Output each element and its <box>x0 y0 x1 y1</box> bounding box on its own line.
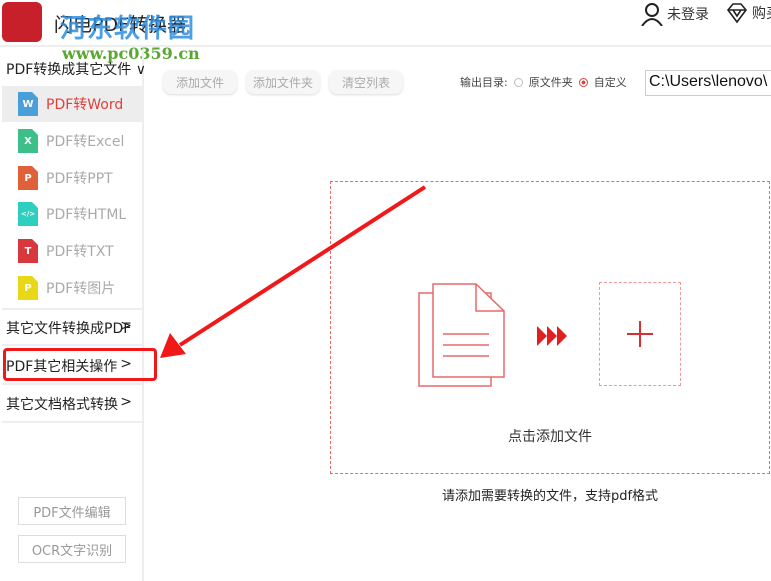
documents-icon <box>418 283 505 387</box>
chevron-down-icon: ∨ <box>135 62 146 78</box>
click-add-file-text[interactable]: 点击添加文件 <box>330 426 770 446</box>
buy-button[interactable]: 购买 <box>726 2 771 24</box>
divider <box>2 308 142 310</box>
annotation-highlight-box <box>3 348 157 381</box>
ocr-button[interactable]: OCR文字识别 <box>18 535 126 563</box>
chevron-right-icon: > <box>120 318 132 334</box>
item-label: PDF转Word <box>46 97 124 113</box>
diamond-icon <box>726 3 748 24</box>
login-button[interactable]: 未登录 <box>641 2 709 26</box>
item-label: PDF转TXT <box>46 244 114 260</box>
sidebar-item-pdf-html[interactable]: </> PDF转HTML <box>2 196 142 232</box>
radio-original-folder[interactable] <box>513 77 523 87</box>
option-custom-label: 自定义 <box>593 76 627 89</box>
triple-arrow-icon <box>537 326 567 346</box>
sidebar-group-other-doc-formats[interactable]: 其它文档格式转换 > <box>6 394 140 414</box>
annotation-arrow-head <box>160 333 186 358</box>
app-logo <box>2 2 42 42</box>
divider <box>2 421 142 423</box>
radio-custom[interactable] <box>578 77 588 87</box>
add-file-placeholder[interactable] <box>599 282 681 386</box>
title-bar: 闪电PDF转换器 河东软件园 www.pc0359.cn 未登录 购买 <box>0 0 771 63</box>
word-file-icon: W <box>18 92 38 116</box>
output-label: 输出目录: <box>460 76 508 89</box>
output-directory: 输出目录: 原文件夹 自定义 <box>460 74 627 90</box>
txt-file-icon: T <box>18 239 38 263</box>
option-original-label: 原文件夹 <box>528 76 573 89</box>
sidebar-group-other-to-pdf[interactable]: 其它文件转换成PDF > <box>6 318 140 338</box>
group-label: 其它文件转换成PDF <box>6 321 132 337</box>
section-label: PDF转换成其它文件 <box>6 62 132 78</box>
watermark-name: 河东软件园 <box>60 14 196 44</box>
sidebar: PDF转换成其它文件 ∨ W PDF转Word X PDF转Excel P PDF转P… <box>0 49 146 581</box>
output-path-input[interactable]: C:\Users\lenovo\ <box>645 70 771 96</box>
chevron-right-icon: > <box>120 394 132 410</box>
sidebar-item-pdf-word[interactable]: W PDF转Word <box>2 86 142 122</box>
plus-icon <box>627 321 653 347</box>
item-label: PDF转图片 <box>46 281 116 297</box>
user-icon <box>641 3 663 26</box>
item-label: PDF转HTML <box>46 207 127 223</box>
sidebar-item-pdf-txt[interactable]: T PDF转TXT <box>2 233 142 269</box>
buy-label: 购买 <box>752 6 771 22</box>
item-label: PDF转PPT <box>46 171 113 187</box>
item-label: PDF转Excel <box>46 134 125 150</box>
divider <box>2 383 142 385</box>
login-label: 未登录 <box>667 7 709 23</box>
add-folder-button[interactable]: 添加文件夹 <box>246 70 320 94</box>
sidebar-item-pdf-image[interactable]: P PDF转图片 <box>2 270 142 306</box>
excel-file-icon: X <box>18 129 38 153</box>
ppt-file-icon: P <box>18 166 38 190</box>
sidebar-section-pdf-to-other[interactable]: PDF转换成其它文件 ∨ <box>6 59 146 79</box>
group-label: 其它文档格式转换 <box>6 397 118 413</box>
sidebar-item-pdf-excel[interactable]: X PDF转Excel <box>2 123 142 159</box>
supported-format-hint: 请添加需要转换的文件，支持pdf格式 <box>441 489 659 504</box>
pdf-edit-button[interactable]: PDF文件编辑 <box>18 497 126 525</box>
clear-list-button[interactable]: 清空列表 <box>329 70 403 94</box>
divider <box>2 344 142 346</box>
sidebar-item-pdf-ppt[interactable]: P PDF转PPT <box>2 160 142 196</box>
add-file-button[interactable]: 添加文件 <box>163 70 237 94</box>
html-file-icon: </> <box>18 202 38 226</box>
image-file-icon: P <box>18 276 38 300</box>
